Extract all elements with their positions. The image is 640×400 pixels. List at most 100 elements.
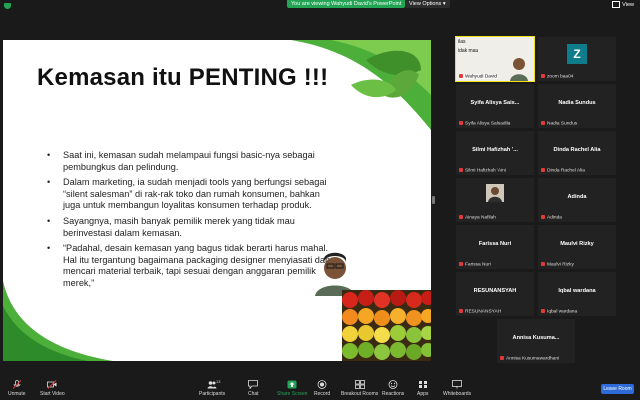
participant-tile[interactable]: Ainaya Nafilah bbox=[456, 178, 534, 222]
muted-mic-icon bbox=[500, 355, 504, 360]
participant-display-name: Silmi Hafizhah '... bbox=[472, 147, 518, 153]
participant-name: Dinda Rachel Alia bbox=[541, 167, 585, 173]
participant-name-text: Wahyudi David bbox=[465, 74, 498, 79]
participant-name-text: Silmi Hafizhah 'Aini bbox=[465, 168, 506, 173]
muted-mic-icon bbox=[541, 261, 545, 266]
breakout-rooms-label: Breakout Rooms bbox=[341, 391, 379, 397]
participant-name-text: Syifa Alisya Salsadila bbox=[465, 121, 511, 126]
apps-label: Apps bbox=[417, 391, 429, 397]
participant-tile[interactable]: Farissa Nuri Farissa Nuri bbox=[456, 225, 534, 269]
muted-mic-icon bbox=[541, 167, 545, 172]
bullet-item: “Padahal, desain kemasan yang bagus tida… bbox=[47, 243, 337, 289]
participant-display-name: Farissa Nuri bbox=[478, 241, 512, 247]
view-options-button[interactable]: View Options ▾ bbox=[405, 0, 450, 8]
participant-display-name: Nadia Sundus bbox=[558, 100, 596, 106]
participant-name-text: Nadia Sundus bbox=[547, 121, 578, 126]
apps-button[interactable]: Apps bbox=[417, 380, 428, 397]
participant-name-text: Dinda Rachel Alia bbox=[547, 168, 585, 173]
participant-display-name: Syifa Alisya Sais... bbox=[470, 100, 520, 106]
unmute-button[interactable]: Unmute bbox=[8, 380, 26, 397]
avatar: Z bbox=[567, 44, 587, 64]
reactions-button[interactable]: Reactions bbox=[382, 380, 404, 397]
participant-name: Silmi Hafizhah 'Aini bbox=[459, 167, 506, 173]
participant-tile[interactable]: Annisa Kusuma... Annisa Kusumawardhani bbox=[497, 319, 575, 363]
participant-tile[interactable]: Nadia Sundus Nadia Sundus bbox=[538, 84, 616, 128]
participant-display-name: RESUNANSYAH bbox=[473, 288, 517, 294]
apps-icon bbox=[418, 381, 427, 388]
participant-name: RESUNANSYAH bbox=[459, 308, 501, 314]
speaker-video bbox=[510, 58, 528, 81]
participant-name: Iqbal wardana bbox=[541, 308, 577, 314]
participant-name: Syifa Alisya Salsadila bbox=[459, 120, 511, 126]
participant-tile[interactable]: RESUNANSYAH RESUNANSYAH bbox=[456, 272, 534, 316]
participant-name: Farissa Nuri bbox=[459, 261, 491, 267]
participant-tile[interactable]: Z zoom baa04 bbox=[538, 37, 616, 81]
chat-icon bbox=[248, 380, 259, 389]
video-off-icon bbox=[47, 380, 57, 389]
participant-name-text: Ainaya Nafilah bbox=[465, 215, 496, 220]
participant-tile[interactable]: Silmi Hafizhah '... Silmi Hafizhah 'Aini bbox=[456, 131, 534, 175]
leave-room-button[interactable]: Leave Room bbox=[601, 384, 634, 394]
bullet-item: Saat ini, kemasan sudah melampaui fungsi… bbox=[47, 150, 337, 173]
participant-tile[interactable]: Adinda Adinda bbox=[538, 178, 616, 222]
speaker-slide-line: idak mau bbox=[458, 48, 479, 54]
shared-slide: Kemasan itu PENTING !!! Saat ini, kemasa… bbox=[3, 40, 431, 361]
unmute-label: Unmute bbox=[8, 391, 26, 397]
participant-name-text: zoom baa04 bbox=[547, 74, 574, 79]
participants-button[interactable]: Participants bbox=[199, 380, 225, 397]
participant-name: Adinda bbox=[541, 214, 562, 220]
muted-mic-icon bbox=[541, 308, 545, 313]
participant-name-text: Farissa Nuri bbox=[465, 262, 491, 267]
chat-label: Chat bbox=[248, 391, 259, 397]
participant-tile[interactable]: Maulvi Rizky Maulvi Rizky bbox=[538, 225, 616, 269]
participants-count: 13 bbox=[216, 379, 221, 384]
grid-view-icon bbox=[612, 1, 621, 8]
record-label: Record bbox=[314, 391, 331, 397]
participant-name: Ainaya Nafilah bbox=[459, 214, 496, 220]
muted-mic-icon bbox=[459, 120, 463, 125]
participant-name: Annisa Kusumawardhani bbox=[500, 355, 560, 361]
muted-mic-icon bbox=[459, 308, 463, 313]
whiteboard-icon bbox=[452, 380, 462, 389]
security-shield-icon[interactable] bbox=[4, 3, 11, 9]
chat-button[interactable]: Chat bbox=[248, 380, 259, 397]
participant-display-name: Adinda bbox=[567, 194, 587, 200]
breakout-rooms-button[interactable]: Breakout Rooms bbox=[341, 380, 378, 397]
participants-label: Participants bbox=[199, 391, 226, 397]
active-speaker-tile[interactable]: ilas idak mau Wahyudi David bbox=[455, 36, 535, 82]
participant-tile[interactable]: Iqbal wardana Iqbal wardana bbox=[538, 272, 616, 316]
start-video-label: Start Video bbox=[40, 391, 65, 397]
slide-title: Kemasan itu PENTING !!! bbox=[37, 64, 329, 91]
participant-tile[interactable]: Syifa Alisya Sais... Syifa Alisya Salsad… bbox=[456, 84, 534, 128]
bullet-item: Sayangnya, masih banyak pemilik merek ya… bbox=[47, 216, 337, 239]
participant-name-text: Annisa Kusumawardhani bbox=[506, 356, 560, 361]
participant-display-name: Dinda Rachel Alia bbox=[553, 147, 601, 153]
participant-tile[interactable]: Dinda Rachel Alia Dinda Rachel Alia bbox=[538, 131, 616, 175]
whiteboards-label: Whiteboards bbox=[443, 391, 472, 397]
participant-name: Maulvi Rizky bbox=[541, 261, 574, 267]
share-screen-label: Share Screen bbox=[277, 391, 308, 397]
view-options-label: View Options bbox=[409, 1, 442, 7]
view-label: View bbox=[622, 1, 634, 8]
share-screen-icon bbox=[287, 380, 297, 389]
participant-name-text: Maulvi Rizky bbox=[547, 262, 574, 267]
view-button[interactable]: View bbox=[612, 1, 634, 8]
participant-name: Wahyudi David bbox=[459, 73, 498, 79]
participant-display-name: Iqbal wardana bbox=[558, 288, 596, 294]
record-button[interactable]: Record bbox=[314, 380, 330, 397]
record-icon bbox=[317, 380, 327, 389]
muted-mic-icon bbox=[541, 214, 545, 219]
viewing-banner: You are viewing Wahyudi David's PowerPoi… bbox=[287, 0, 406, 8]
muted-mic-icon bbox=[459, 73, 463, 78]
slide-bullets: Saat ini, kemasan sudah melampaui fungsi… bbox=[47, 150, 337, 294]
start-video-button[interactable]: Start Video bbox=[40, 380, 65, 397]
participant-display-name: Annisa Kusuma... bbox=[512, 335, 560, 341]
smiley-icon bbox=[388, 380, 398, 389]
presenter-video-overlay[interactable] bbox=[305, 246, 375, 296]
muted-mic-icon bbox=[459, 214, 463, 219]
whiteboards-button[interactable]: Whiteboards bbox=[443, 380, 471, 397]
panel-resize-handle[interactable] bbox=[432, 196, 435, 204]
participant-name-text: Adinda bbox=[547, 215, 562, 220]
share-screen-button[interactable]: Share Screen bbox=[277, 380, 308, 397]
breakout-rooms-icon bbox=[354, 380, 365, 389]
